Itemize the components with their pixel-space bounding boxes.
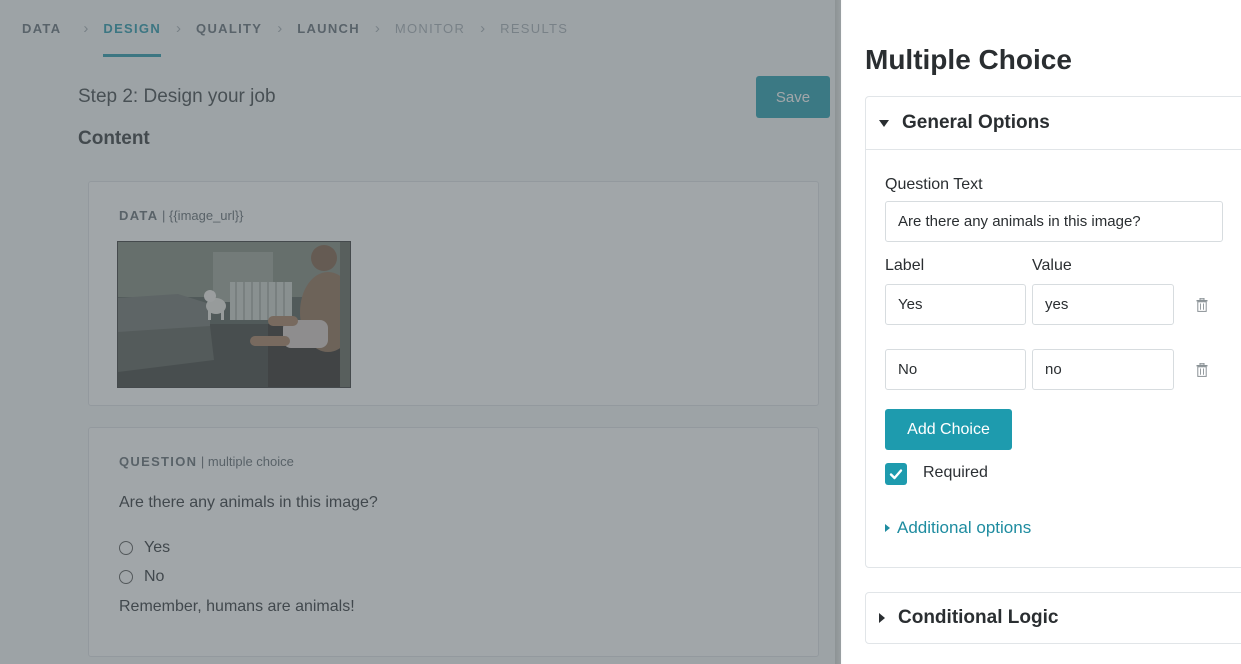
job-designer: DATA › DESIGN › QUALITY › LAUNCH › MONIT…	[0, 0, 841, 664]
additional-options-label: Additional options	[897, 518, 1032, 537]
trash-icon[interactable]	[1196, 298, 1208, 312]
radio-option-label: Yes	[144, 539, 171, 556]
checkmark-icon	[889, 469, 903, 480]
data-card-label-keyword: DATA	[119, 208, 159, 223]
step-quality[interactable]: QUALITY	[196, 0, 262, 58]
photo-illustration	[118, 242, 350, 387]
question-card-label: QUESTION | multiple choice	[119, 454, 294, 469]
step-title: Step 2: Design your job	[78, 86, 276, 107]
radio-circle-icon[interactable]	[119, 541, 133, 555]
question-text-label: Question Text	[885, 176, 983, 193]
properties-panel: Multiple Choice General Options Question…	[843, 0, 1241, 664]
chevron-right-icon: ›	[480, 20, 486, 37]
general-options-section: General Options Question Text Label Valu…	[865, 96, 1241, 568]
chevron-right-icon: ›	[277, 20, 283, 37]
question-card-label-type: | multiple choice	[197, 454, 294, 469]
question-text-input[interactable]	[885, 201, 1223, 242]
data-card[interactable]: DATA | {{image_url}}	[88, 181, 819, 406]
step-design[interactable]: DESIGN	[103, 0, 161, 58]
step-results: RESULTS	[500, 21, 569, 36]
caret-right-icon	[885, 524, 890, 532]
choice-value-input[interactable]	[1032, 349, 1174, 390]
radio-circle-icon[interactable]	[119, 570, 133, 584]
data-card-label: DATA | {{image_url}}	[119, 208, 243, 223]
conditional-logic-title: Conditional Logic	[898, 607, 1059, 628]
add-choice-button[interactable]: Add Choice	[885, 409, 1012, 450]
chevron-right-icon: ›	[374, 20, 380, 37]
choice-label-input[interactable]	[885, 349, 1026, 390]
step-monitor: MONITOR	[394, 21, 466, 36]
general-options-title: General Options	[902, 112, 1050, 133]
radio-option-no[interactable]: No	[119, 568, 164, 586]
value-column-header: Value	[1032, 257, 1072, 274]
choice-label-input[interactable]	[885, 284, 1026, 325]
question-card-label-keyword: QUESTION	[119, 454, 198, 469]
step-launch[interactable]: LAUNCH	[297, 0, 360, 58]
caret-right-icon	[879, 613, 885, 623]
panel-title: Multiple Choice	[865, 44, 1072, 75]
choice-value-input[interactable]	[1032, 284, 1174, 325]
radio-option-label: No	[144, 568, 165, 585]
required-label: Required	[923, 464, 988, 481]
radio-option-yes[interactable]: Yes	[119, 539, 170, 557]
chevron-right-icon: ›	[176, 20, 182, 37]
question-card[interactable]: QUESTION | multiple choice Are there any…	[88, 427, 819, 657]
label-column-header: Label	[885, 257, 925, 274]
content-heading: Content	[78, 128, 150, 149]
chevron-right-icon: ›	[83, 20, 89, 37]
conditional-logic-toggle[interactable]: Conditional Logic	[865, 592, 1241, 644]
question-text: Are there any animals in this image?	[119, 494, 378, 511]
workflow-steps: DATA › DESIGN › QUALITY › LAUNCH › MONIT…	[0, 0, 841, 58]
question-hint: Remember, humans are animals!	[119, 598, 355, 615]
additional-options-toggle[interactable]: Additional options	[885, 518, 1031, 538]
caret-down-icon	[879, 119, 889, 127]
data-image	[117, 241, 351, 388]
step-data[interactable]: DATA	[22, 0, 61, 58]
trash-icon[interactable]	[1196, 363, 1208, 377]
data-card-label-field: | {{image_url}}	[158, 208, 244, 223]
general-options-toggle[interactable]: General Options	[866, 97, 1241, 150]
save-button[interactable]: Save	[756, 76, 830, 118]
required-checkbox[interactable]	[885, 463, 907, 485]
panel-edge-shadow	[835, 0, 843, 664]
